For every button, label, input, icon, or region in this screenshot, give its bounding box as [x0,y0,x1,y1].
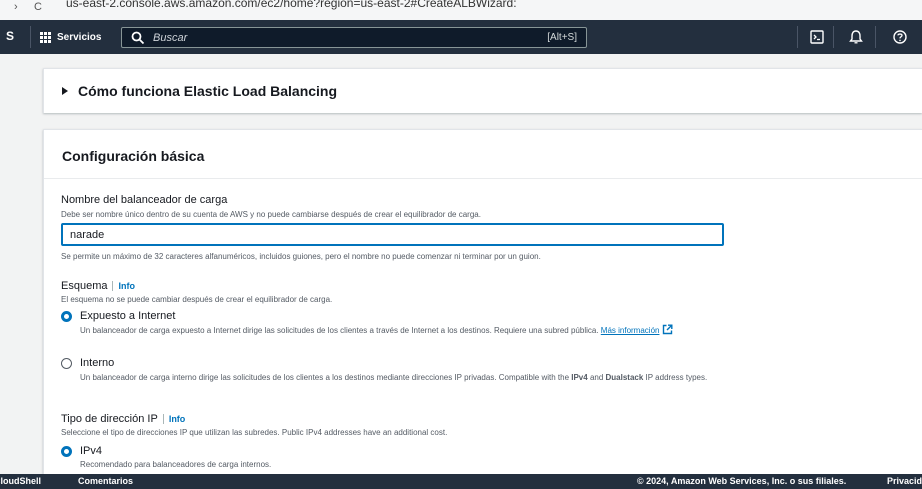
scheme-option-internal[interactable]: Interno [61,357,114,369]
services-button[interactable]: Servicios [40,27,101,47]
nav-divider [833,26,834,48]
ip-type-option-ipv4[interactable]: IPv4 [61,445,102,457]
console-footer: CloudShell Comentarios © 2024, Amazon We… [0,474,922,489]
learn-more-link[interactable]: Más información [601,326,660,335]
search-shortcut: [Alt+S] [547,32,577,43]
nav-divider [30,26,31,48]
radio-unchecked-icon[interactable] [61,357,72,369]
bell-icon[interactable] [849,30,863,44]
ip-type-label-row: Tipo de dirección IP Info [61,413,186,425]
radio-checked-icon[interactable] [61,310,72,322]
grid-icon [40,31,51,43]
scheme-option-internet-facing[interactable]: Expuesto a Internet [61,310,175,322]
aws-logo[interactable]: S [6,29,14,43]
internal-text-post: IP address types. [643,373,708,382]
ip-type-label: Tipo de dirección IP [61,413,158,425]
ipv4-term: IPv4 [571,373,588,382]
basic-config-title: Configuración básica [62,148,205,164]
nav-divider [797,26,798,48]
internal-text-mid: and [587,373,606,382]
ip-type-info-link[interactable]: Info [162,414,186,424]
lb-name-hint: Se permite un máximo de 32 caracteres al… [61,252,541,261]
lb-name-input[interactable] [61,223,724,246]
ip-type-description: Seleccione el tipo de direcciones IP que… [61,428,448,437]
privacy-link[interactable]: Privacidad [887,476,922,486]
how-it-works-panel: Cómo funciona Elastic Load Balancing [43,68,922,113]
services-label: Servicios [57,31,102,43]
url-text[interactable]: us-east-2.console.aws.amazon.com/ec2/hom… [66,0,517,10]
scheme-description: El esquema no se puede cambiar después d… [61,295,333,304]
ipv4-description: Recomendado para balanceadores de carga … [80,460,272,469]
radio-label: Interno [80,357,115,369]
cloudshell-icon[interactable] [810,30,824,44]
radio-label: Expuesto a Internet [80,310,176,322]
internet-facing-text: Un balanceador de carga expuesto a Inter… [80,326,599,335]
search-icon [131,31,145,44]
radio-label: IPv4 [80,445,103,457]
help-icon[interactable] [893,30,907,44]
how-it-works-expander[interactable]: Cómo funciona Elastic Load Balancing [62,83,337,99]
radio-checked-icon[interactable] [61,445,72,457]
search-box[interactable]: [Alt+S] [121,27,587,48]
feedback-link[interactable]: Comentarios [78,476,133,486]
browser-address-bar: › C us-east-2.console.aws.amazon.com/ec2… [0,0,922,20]
search-input[interactable] [153,31,493,44]
how-it-works-title: Cómo funciona Elastic Load Balancing [78,83,338,99]
scheme-label-row: Esquema Info [61,280,135,292]
section-divider [44,178,922,179]
scheme-info-link[interactable]: Info [112,281,135,291]
dualstack-term: Dualstack [605,373,644,382]
internet-facing-description: Un balanceador de carga expuesto a Inter… [80,324,740,336]
reload-icon[interactable]: C [34,1,42,13]
basic-config-panel: Configuración básica Nombre del balancea… [43,129,922,489]
scheme-label: Esquema [61,280,108,292]
copyright-text: © 2024, Amazon Web Services, Inc. o sus … [637,476,847,486]
lb-name-label: Nombre del balanceador de carga [61,194,228,206]
cloudshell-link[interactable]: CloudShell [0,476,41,486]
internal-description: Un balanceador de carga interno dirige l… [80,372,740,383]
external-link-icon[interactable] [662,324,673,335]
aws-top-nav: S Servicios [Alt+S] [0,20,922,54]
caret-right-icon [62,87,68,95]
nav-divider [875,26,876,48]
internal-text: Un balanceador de carga interno dirige l… [80,373,572,382]
lb-name-description: Debe ser nombre único dentro de su cuent… [61,210,481,219]
back-icon[interactable]: › [14,1,18,13]
